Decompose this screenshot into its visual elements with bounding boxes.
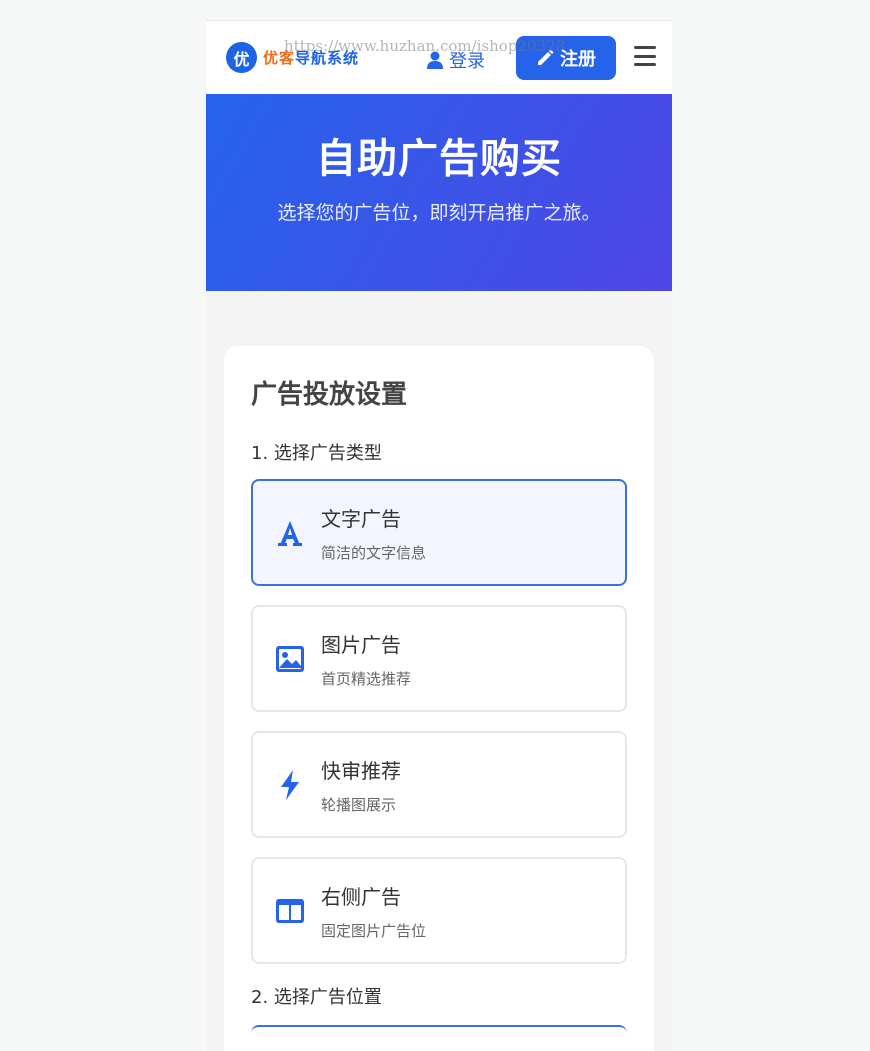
step2-label: 2. 选择广告位置 bbox=[251, 987, 382, 1008]
pencil-icon bbox=[538, 49, 554, 65]
register-label: 注册 bbox=[560, 49, 596, 70]
logo-text-part-a: 优客 bbox=[263, 49, 296, 67]
hero-subtitle: 选择您的广告位，即刻开启推广之旅。 bbox=[277, 202, 601, 224]
ad-type-option-image[interactable]: 图片广告 首页精选推荐 bbox=[251, 605, 627, 712]
step1-label: 1. 选择广告类型 bbox=[251, 443, 382, 464]
ad-type-options: 文字广告 简洁的文字信息 图片广告 首页精选推荐 快审推荐 轮播图展示 右侧广告… bbox=[251, 479, 627, 964]
logo-text-part-b: 导航系统 bbox=[295, 49, 360, 67]
option-title: 图片广告 bbox=[321, 632, 401, 657]
logo-text: 优客导航系统 bbox=[263, 47, 359, 68]
logo-badge: 优 bbox=[226, 42, 257, 73]
ad-settings-card: 广告投放设置 1. 选择广告类型 文字广告 简洁的文字信息 图片广告 首页精选推… bbox=[224, 346, 654, 1051]
site-logo[interactable]: 优 优客导航系统 bbox=[226, 42, 359, 73]
option-desc: 固定图片广告位 bbox=[321, 921, 427, 940]
ad-type-option-right-side[interactable]: 右侧广告 固定图片广告位 bbox=[251, 857, 627, 964]
option-desc: 简洁的文字信息 bbox=[321, 543, 427, 562]
text-icon bbox=[275, 520, 305, 546]
layout-columns-icon bbox=[275, 898, 305, 923]
image-icon bbox=[275, 645, 305, 672]
option-desc: 首页精选推荐 bbox=[321, 669, 412, 688]
top-navbar: 优 优客导航系统 登录 注册 https://www.huzhan.com/is… bbox=[206, 21, 672, 94]
user-icon bbox=[427, 51, 443, 69]
ad-type-option-fast-review[interactable]: 快审推荐 轮播图展示 bbox=[251, 731, 627, 838]
hero-title: 自助广告购买 bbox=[316, 137, 562, 181]
hero-banner: 自助广告购买 选择您的广告位，即刻开启推广之旅。 bbox=[206, 94, 672, 291]
option-title: 快审推荐 bbox=[321, 758, 401, 783]
login-link[interactable]: 登录 bbox=[427, 47, 485, 73]
ad-position-option-partial[interactable] bbox=[251, 1025, 627, 1035]
option-title: 文字广告 bbox=[321, 506, 401, 531]
phone-frame: 优 优客导航系统 登录 注册 https://www.huzhan.com/is… bbox=[206, 20, 672, 1051]
option-title: 右侧广告 bbox=[321, 884, 401, 909]
login-label: 登录 bbox=[449, 51, 485, 72]
lightning-icon bbox=[275, 769, 305, 800]
card-title: 广告投放设置 bbox=[251, 380, 408, 410]
option-desc: 轮播图展示 bbox=[321, 795, 397, 814]
hamburger-menu-icon[interactable] bbox=[634, 46, 656, 66]
ad-type-option-text[interactable]: 文字广告 简洁的文字信息 bbox=[251, 479, 627, 586]
register-button[interactable]: 注册 bbox=[516, 36, 616, 80]
